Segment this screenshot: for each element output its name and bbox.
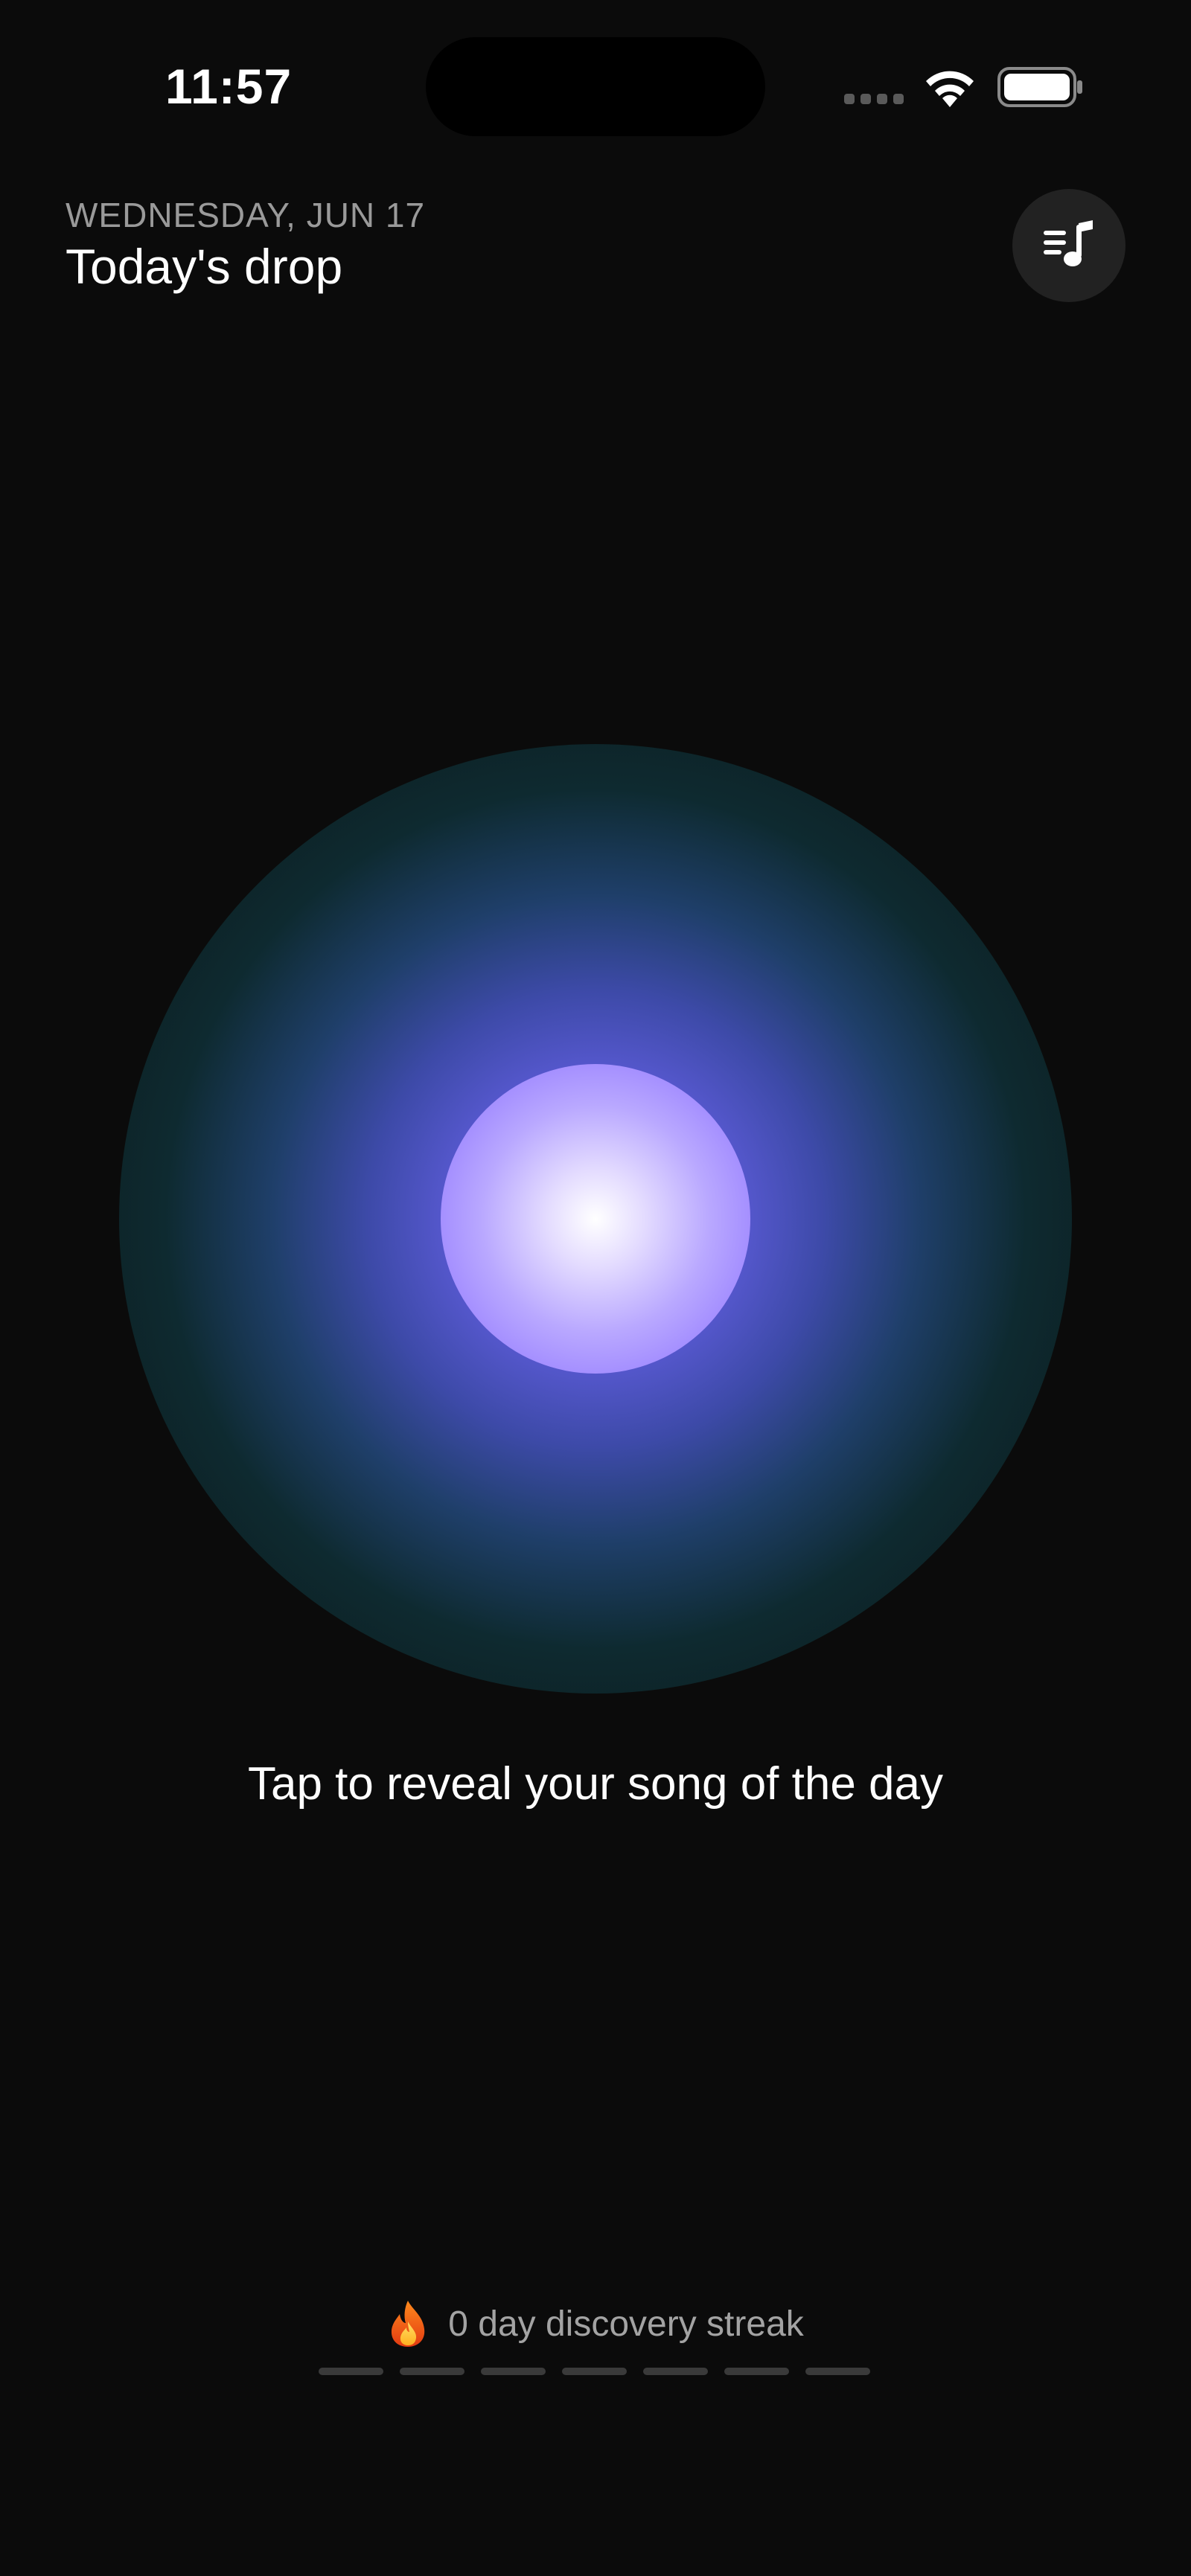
app-screen: 11:57 WEDNESDAY, JUN 17 Today's drop Tap…: [0, 0, 1191, 2576]
wifi-icon: [926, 71, 974, 107]
streak-day-bar: [805, 2368, 870, 2375]
streak-day-bar: [643, 2368, 708, 2375]
streak-day-bar: [481, 2368, 546, 2375]
dynamic-island: [426, 37, 765, 136]
streak-label: 0 day discovery streak: [448, 2304, 804, 2344]
date-label: WEDNESDAY, JUN 17: [66, 196, 426, 234]
streak-indicator: 0 day discovery streak: [0, 2299, 1191, 2348]
music-queue-icon: [1044, 220, 1093, 266]
cellular-signal-icon: [844, 94, 905, 104]
streak-day-bar: [724, 2368, 789, 2375]
song-reveal-orb-core[interactable]: [441, 1064, 750, 1374]
streak-day-bar: [400, 2368, 464, 2375]
streak-progress: [319, 2368, 870, 2375]
fire-icon: [392, 2301, 425, 2347]
streak-day-bar: [319, 2368, 383, 2375]
music-queue-button[interactable]: [1012, 189, 1125, 302]
reveal-prompt: Tap to reveal your song of the day: [247, 1758, 944, 1810]
page-title: Today's drop: [66, 239, 343, 294]
battery-icon: [997, 67, 1082, 107]
streak-day-bar: [562, 2368, 627, 2375]
status-time: 11:57: [165, 59, 293, 114]
